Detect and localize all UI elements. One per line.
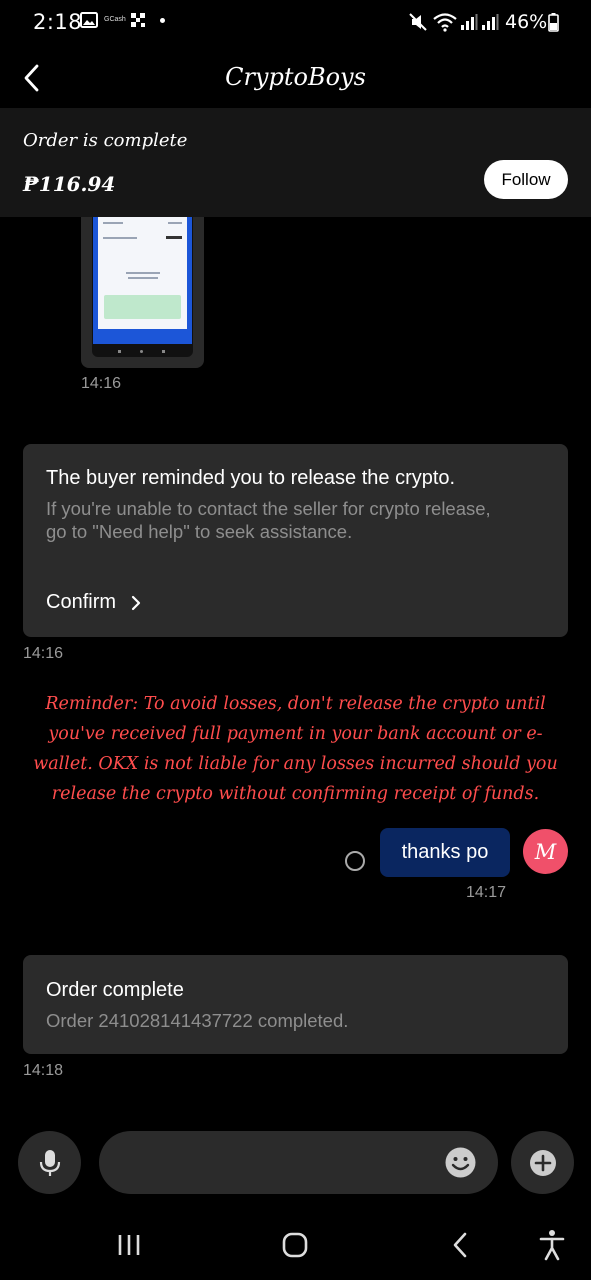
- avatar[interactable]: M: [523, 829, 568, 874]
- add-attachment-button[interactable]: [511, 1131, 574, 1194]
- follow-button[interactable]: Follow: [484, 160, 568, 199]
- message-timestamp: 14:16: [23, 645, 64, 662]
- microphone-button[interactable]: [18, 1131, 81, 1194]
- message-timestamp: 14:16: [81, 375, 122, 392]
- chat-title: CryptoBoys: [225, 63, 366, 91]
- mute-icon: [409, 13, 427, 31]
- confirm-link[interactable]: Confirm: [46, 591, 142, 614]
- recents-icon[interactable]: [115, 1232, 143, 1258]
- home-icon[interactable]: [281, 1232, 309, 1258]
- microphone-icon: [39, 1149, 60, 1176]
- status-bar: 2:18 GCash 46%: [0, 0, 591, 44]
- emoji-icon[interactable]: [444, 1146, 477, 1179]
- gcash-label: GCash: [104, 16, 126, 23]
- message-timestamp: 14:17: [466, 884, 507, 901]
- order-status: Order is complete: [23, 130, 188, 151]
- wifi-icon: [433, 13, 457, 32]
- plus-icon: [529, 1149, 556, 1176]
- message-input[interactable]: [99, 1131, 498, 1194]
- message-timestamp: 14:18: [23, 1062, 64, 1079]
- battery-percentage: 46%: [505, 11, 548, 33]
- order-complete-description: Order 241028141437722 completed.: [46, 1010, 349, 1031]
- qr-icon: [131, 13, 145, 27]
- security-warning: Reminder: To avoid losses, don't release…: [33, 694, 558, 804]
- image-message-thumbnail[interactable]: [81, 217, 204, 368]
- signal-icon: [482, 14, 499, 30]
- order-complete-card: [23, 955, 568, 1054]
- notification-dot-icon: [160, 18, 165, 23]
- nav-back-icon[interactable]: [449, 1231, 473, 1259]
- message-status-icon: [345, 851, 365, 871]
- reminder-title: The buyer reminded you to release the cr…: [46, 467, 456, 489]
- chevron-right-icon: [131, 595, 141, 610]
- outgoing-message-bubble[interactable]: thanks po: [380, 828, 510, 877]
- signal-icon: [461, 14, 478, 30]
- status-time: 2:18: [33, 10, 83, 34]
- confirm-label: Confirm: [46, 591, 117, 613]
- gallery-icon: [80, 12, 98, 28]
- order-complete-title: Order complete: [46, 979, 184, 1001]
- phone-screenshot: [92, 217, 193, 357]
- accessibility-icon[interactable]: [538, 1229, 566, 1261]
- reminder-description: If you're unable to contact the seller f…: [46, 498, 491, 542]
- battery-icon: [548, 13, 559, 32]
- order-amount: ₱116.94: [23, 172, 116, 196]
